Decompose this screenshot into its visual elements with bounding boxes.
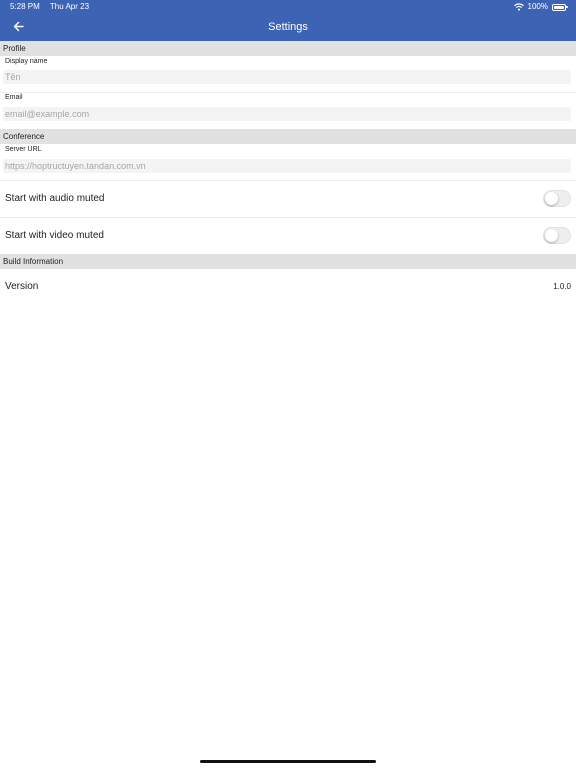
battery-icon — [552, 3, 568, 11]
status-left: 5:28 PM Thu Apr 23 — [10, 0, 97, 14]
status-date: Thu Apr 23 — [49, 2, 90, 11]
email-field[interactable] — [3, 107, 571, 121]
audio-muted-row: Start with audio muted — [0, 181, 576, 217]
email-group: Email — [0, 93, 576, 129]
video-muted-toggle[interactable] — [543, 227, 571, 244]
display-name-field[interactable] — [3, 70, 571, 84]
email-label: Email — [5, 94, 23, 101]
version-value: 1.0.0 — [553, 282, 571, 291]
audio-muted-label: Start with audio muted — [5, 193, 105, 204]
audio-muted-toggle[interactable] — [543, 190, 571, 207]
home-indicator — [200, 760, 376, 763]
nav-bar: Settings — [0, 14, 576, 41]
section-title-profile: Profile — [3, 44, 26, 53]
app-header: 5:28 PM Thu Apr 23 100% Settings — [0, 0, 576, 41]
battery-percent: 100% — [527, 2, 548, 11]
page-title: Settings — [268, 21, 308, 33]
toggle-knob — [545, 229, 558, 242]
server-url-field[interactable] — [3, 159, 571, 173]
version-row: Version 1.0.0 — [0, 269, 576, 303]
section-header-build: Build Information — [0, 254, 576, 269]
section-header-profile: Profile — [0, 41, 576, 56]
display-name-group: Display name — [0, 56, 576, 92]
settings-screen: 5:28 PM Thu Apr 23 100% Settings Profile… — [0, 0, 576, 768]
video-muted-label: Start with video muted — [5, 230, 104, 241]
display-name-label: Display name — [5, 58, 48, 65]
wifi-icon — [513, 3, 524, 11]
section-title-conference: Conference — [3, 132, 45, 141]
status-right: 100% — [513, 0, 568, 14]
section-header-conference: Conference — [0, 129, 576, 144]
toggle-knob — [545, 192, 558, 205]
video-muted-row: Start with video muted — [0, 218, 576, 254]
status-bar: 5:28 PM Thu Apr 23 100% — [0, 0, 576, 14]
server-url-group: Server URL — [0, 144, 576, 180]
status-time: 5:28 PM — [10, 2, 40, 11]
section-title-build: Build Information — [3, 257, 64, 266]
server-url-label: Server URL — [5, 146, 42, 153]
version-label: Version — [5, 281, 39, 292]
